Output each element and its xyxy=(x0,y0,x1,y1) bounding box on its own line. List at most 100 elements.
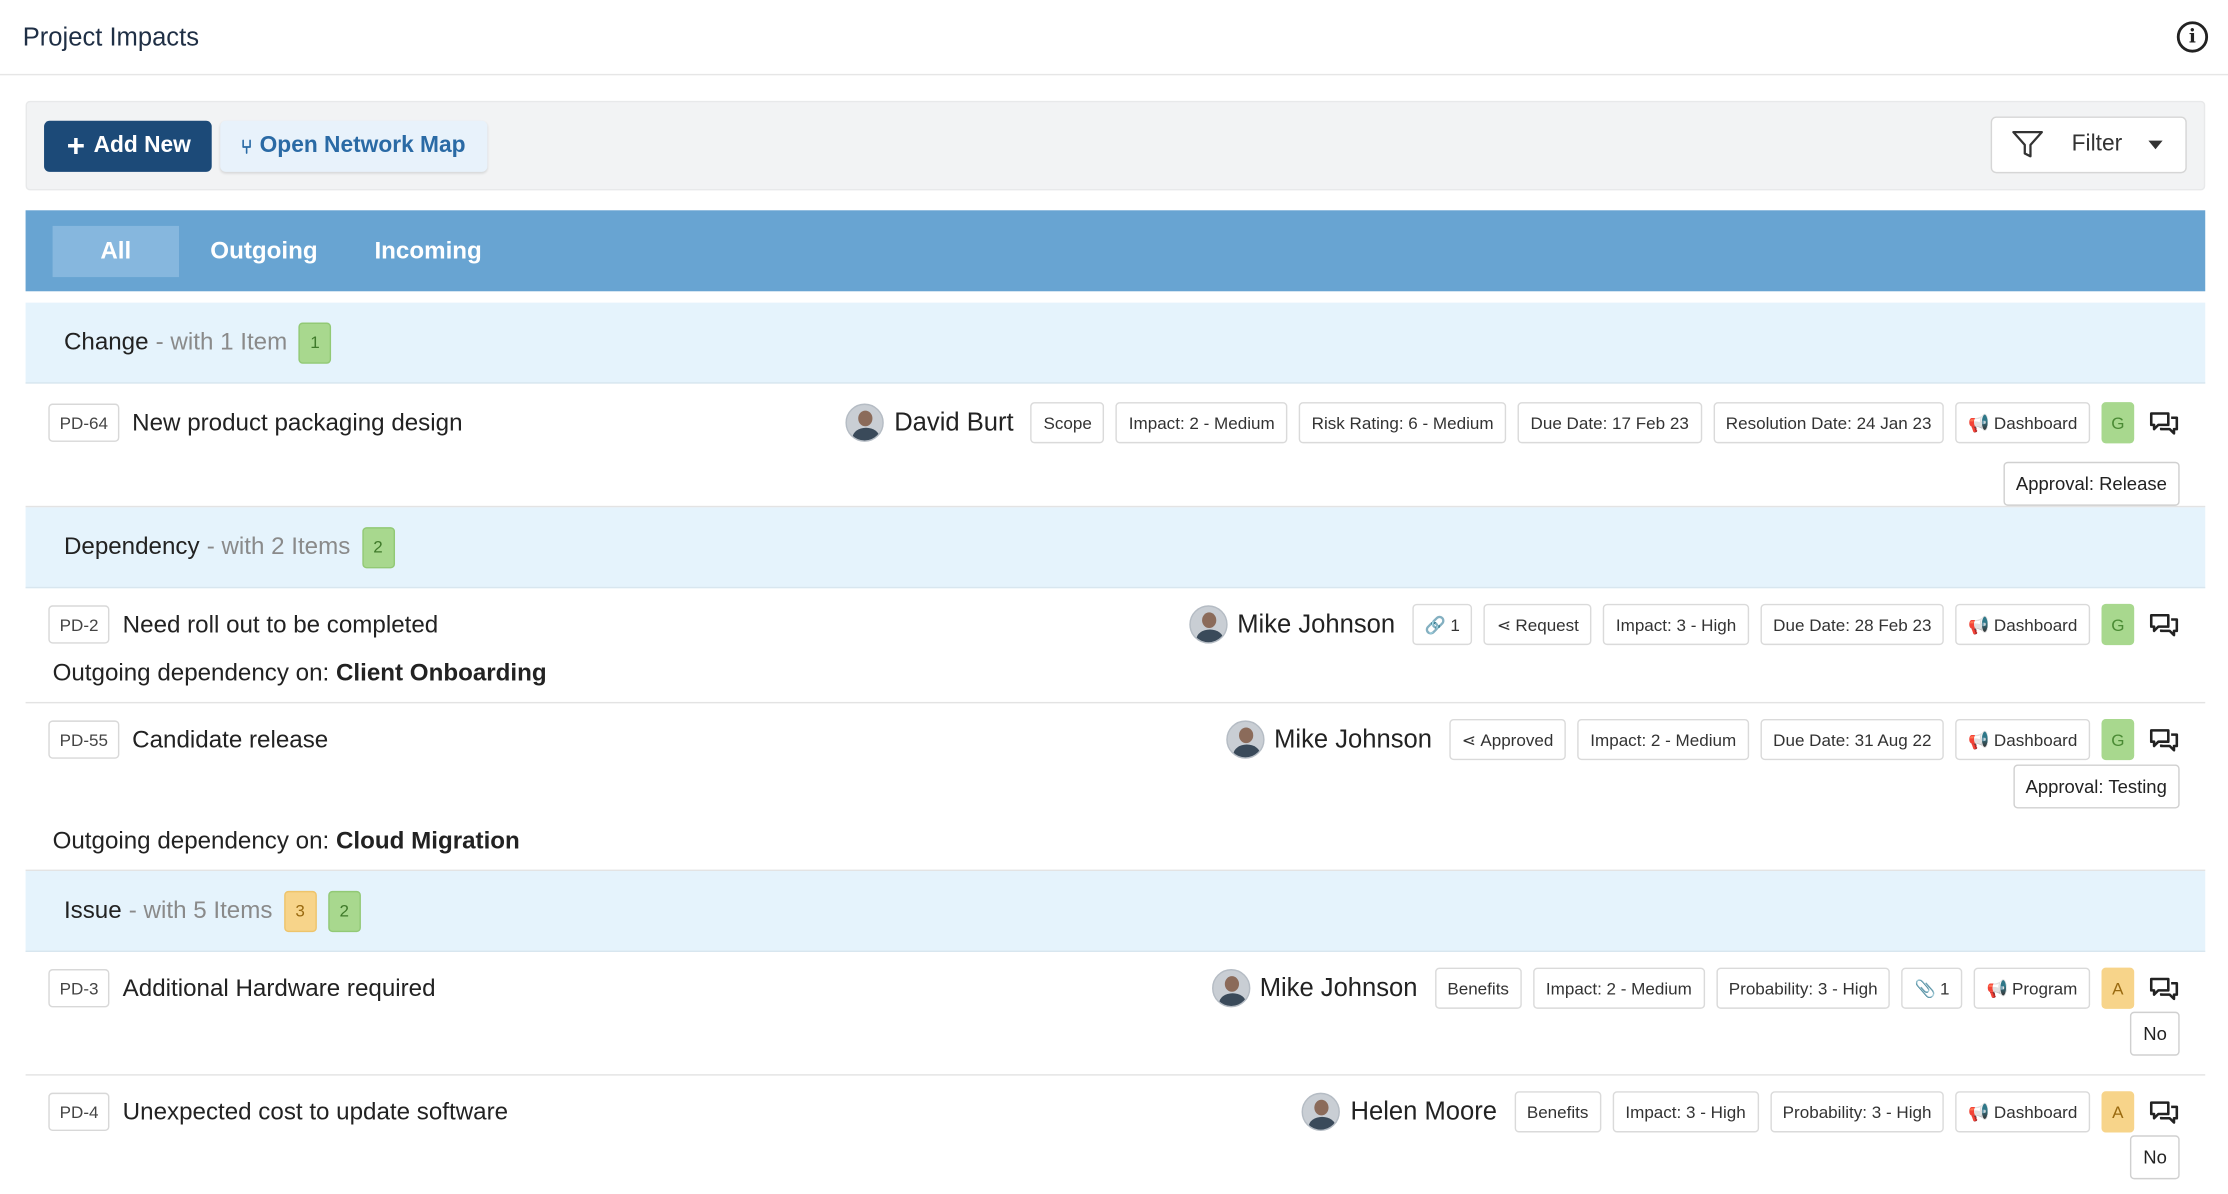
impacts-list: Change - with 1 Item 1 PD-64 New product… xyxy=(25,302,2206,1190)
probability-tag: Probability: 3 - High xyxy=(1769,1091,1945,1133)
tab-all[interactable]: All xyxy=(52,225,180,277)
item-title[interactable]: Additional Hardware required xyxy=(123,974,436,1002)
avatar xyxy=(845,403,885,442)
owner-name: Mike Johnson xyxy=(1259,973,1418,1002)
dashboard-label: Dashboard xyxy=(1993,614,2078,635)
tab-incoming[interactable]: Incoming xyxy=(374,225,481,276)
dependency-target[interactable]: Cloud Migration xyxy=(336,827,520,854)
toolbar: + Add New ⑂ Open Network Map Filter xyxy=(25,100,2206,191)
info-icon[interactable]: i xyxy=(2176,21,2209,53)
due-date-tag: Due Date: 28 Feb 23 xyxy=(1760,603,1945,646)
megaphone-icon: 📢 xyxy=(1968,614,1990,635)
list-item[interactable]: PD-2 Need roll out to be completed Mike … xyxy=(25,588,2206,704)
dashboard-label: Dashboard xyxy=(1993,729,2078,750)
avatar xyxy=(1211,969,1250,1008)
status-tag: ⋖ Request xyxy=(1484,603,1592,646)
group-header-issue[interactable]: Issue - with 5 Items 3 2 xyxy=(25,871,2206,953)
link-count-tag[interactable]: 🔗 1 xyxy=(1412,603,1473,646)
item-id: PD-4 xyxy=(48,1092,110,1132)
megaphone-icon: 📢 xyxy=(1968,412,1990,433)
page-title: Project Impacts xyxy=(22,22,199,51)
rag-status-badge: G xyxy=(2101,603,2135,646)
rag-status-badge: A xyxy=(2101,1091,2135,1133)
dependency-prefix: Outgoing dependency on: xyxy=(52,659,330,687)
impact-tag: Impact: 3 - High xyxy=(1612,1091,1759,1133)
item-title[interactable]: Unexpected cost to update software xyxy=(123,1098,508,1126)
group-count-text: - with 2 Items xyxy=(206,532,351,560)
share-icon: ⋖ xyxy=(1461,729,1477,750)
group-name: Issue xyxy=(63,896,122,924)
item-id: PD-2 xyxy=(48,605,110,644)
dashboard-label: Dashboard xyxy=(1993,1101,2078,1122)
rag-status-badge: G xyxy=(2101,402,2135,444)
due-date-tag: Due Date: 31 Aug 22 xyxy=(1760,718,1945,761)
filter-dropdown[interactable]: Filter xyxy=(1990,116,2187,174)
add-new-button[interactable]: + Add New xyxy=(44,120,213,172)
owner-name: Mike Johnson xyxy=(1237,609,1396,638)
dashboard-tag[interactable]: 📢 Dashboard xyxy=(1955,1091,2091,1133)
dependency-target[interactable]: Client Onboarding xyxy=(336,659,547,686)
attachment-tag[interactable]: 📎 1 xyxy=(1901,967,1963,1009)
list-item[interactable]: PD-3 Additional Hardware required Mike J… xyxy=(25,952,2206,1076)
filter-label: Filter xyxy=(2071,132,2123,157)
dashboard-tag[interactable]: 📢 Dashboard xyxy=(1955,402,2091,444)
megaphone-icon: 📢 xyxy=(1968,1101,1990,1122)
add-new-label: Add New xyxy=(93,132,191,158)
list-item[interactable]: PD-55 Candidate release Mike Johnson ⋖ Ap… xyxy=(25,703,2206,872)
link-icon: 🔗 xyxy=(1424,614,1447,635)
count-badge: 3 xyxy=(283,890,317,932)
open-network-map-label: Open Network Map xyxy=(259,132,466,158)
approval-status: Approval: Testing xyxy=(2012,764,2180,809)
megaphone-icon: 📢 xyxy=(1986,978,2008,999)
impact-tag: Impact: 3 - High xyxy=(1603,603,1750,646)
avatar xyxy=(1302,1092,1341,1132)
count-badge: 2 xyxy=(361,526,395,568)
resolution-date-tag: Resolution Date: 24 Jan 23 xyxy=(1712,402,1945,444)
chevron-down-icon xyxy=(2147,140,2162,150)
open-network-map-button[interactable]: ⑂ Open Network Map xyxy=(220,120,487,172)
count-badge: 1 xyxy=(298,321,332,364)
category-tag: Benefits xyxy=(1514,1091,1602,1133)
group-count-text: - with 5 Items xyxy=(128,896,273,924)
rag-status-badge: A xyxy=(2101,967,2135,1009)
owner-name: Mike Johnson xyxy=(1274,724,1432,754)
chat-icon[interactable] xyxy=(2148,727,2179,753)
attachment-count: 1 xyxy=(1940,978,1950,999)
approval-status: Approval: Release xyxy=(2003,461,2180,506)
list-item[interactable]: PD-4 Unexpected cost to update software … xyxy=(26,1076,2206,1190)
group-header-dependency[interactable]: Dependency - with 2 Items 2 xyxy=(25,507,2206,589)
chat-icon[interactable] xyxy=(2148,975,2179,1001)
dashboard-tag[interactable]: 📢 Dashboard xyxy=(1955,603,2091,646)
avatar xyxy=(1225,720,1265,759)
status-label: Approved xyxy=(1480,729,1554,750)
filter-icon xyxy=(2012,131,2043,158)
dashboard-tag[interactable]: 📢 Dashboard xyxy=(1955,718,2091,761)
top-bar: Project Impacts i xyxy=(0,0,2228,76)
item-id: PD-55 xyxy=(48,720,120,759)
count-badge: 2 xyxy=(327,890,361,932)
dependency-prefix: Outgoing dependency on: xyxy=(52,826,330,854)
dependency-line: Outgoing dependency on: Client Onboardin… xyxy=(53,659,547,687)
status-tag: ⋖ Approved xyxy=(1448,718,1567,761)
item-title[interactable]: Need roll out to be completed xyxy=(123,610,439,638)
group-name: Change xyxy=(63,328,149,356)
rag-status-badge: G xyxy=(2101,718,2135,761)
item-title[interactable]: New product packaging design xyxy=(132,409,462,437)
chat-icon[interactable] xyxy=(2148,410,2179,436)
category-tag: Scope xyxy=(1030,402,1105,444)
item-title[interactable]: Candidate release xyxy=(132,725,328,753)
list-item[interactable]: PD-64 New product packaging design David… xyxy=(25,384,2206,508)
chat-icon[interactable] xyxy=(2148,612,2179,638)
plus-icon: + xyxy=(66,127,86,163)
tab-outgoing[interactable]: Outgoing xyxy=(210,225,317,276)
owner-name: Helen Moore xyxy=(1350,1096,1497,1126)
chat-icon[interactable] xyxy=(2148,1099,2179,1125)
share-icon: ⋖ xyxy=(1496,614,1512,635)
group-header-change[interactable]: Change - with 1 Item 1 xyxy=(25,302,2206,384)
item-id: PD-64 xyxy=(48,403,120,442)
status-label: Request xyxy=(1515,614,1579,635)
program-tag[interactable]: 📢 Program xyxy=(1973,967,2091,1009)
dashboard-label: Dashboard xyxy=(1993,412,2078,433)
impact-tag: Impact: 2 - Medium xyxy=(1577,718,1749,761)
megaphone-icon: 📢 xyxy=(1968,729,1990,750)
